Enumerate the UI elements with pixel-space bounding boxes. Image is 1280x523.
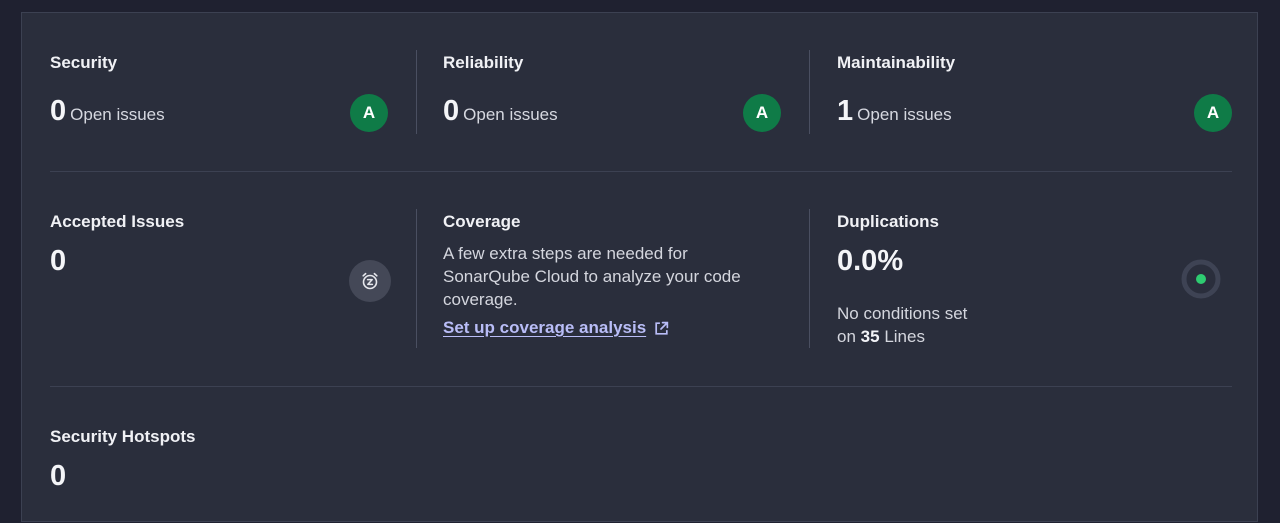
reliability-grade-badge[interactable]: A xyxy=(743,94,781,132)
security-hotspots-count[interactable]: 0 xyxy=(50,460,66,493)
coverage-title: Coverage xyxy=(443,212,521,231)
duplications-card[interactable]: Duplications 0.0% No conditions set on 3… xyxy=(837,172,1232,386)
duplications-title: Duplications xyxy=(837,212,940,231)
maintainability-grade-badge[interactable]: A xyxy=(1194,94,1232,132)
security-title: Security xyxy=(50,53,118,72)
duplications-conditions-line1: No conditions set xyxy=(837,304,968,323)
reliability-title: Reliability xyxy=(443,53,524,72)
security-count-value[interactable]: 0 xyxy=(50,95,66,127)
setup-coverage-link-label[interactable]: Set up coverage analysis xyxy=(443,318,646,338)
security-count-label: Open issues xyxy=(70,105,165,124)
security-grade-badge[interactable]: A xyxy=(350,94,388,132)
reliability-count[interactable]: 0 Open issues xyxy=(443,95,558,128)
maintainability-title: Maintainability xyxy=(837,53,956,72)
security-hotspots-card[interactable]: Security Hotspots 0 xyxy=(50,387,416,523)
metrics-row: Accepted Issues 0 Coverage A few extra s… xyxy=(50,172,1232,386)
duplications-lines-suffix: Lines xyxy=(884,327,925,346)
maintainability-count-value[interactable]: 1 xyxy=(837,95,853,127)
issues-row: Security 0 Open issues A Reliability 0 Ope… xyxy=(50,13,1232,171)
maintainability-count-label: Open issues xyxy=(857,105,952,124)
divider xyxy=(416,50,417,134)
coverage-card: Coverage A few extra steps are needed fo… xyxy=(443,172,809,386)
divider xyxy=(809,209,810,348)
maintainability-count[interactable]: 1 Open issues xyxy=(837,95,952,128)
security-count[interactable]: 0 Open issues xyxy=(50,95,165,128)
security-hotspots-title: Security Hotspots xyxy=(50,427,196,446)
external-link-icon[interactable] xyxy=(653,320,670,337)
duplications-value[interactable]: 0.0% xyxy=(837,245,903,278)
snooze-clock-glyph xyxy=(362,272,378,290)
divider xyxy=(416,209,417,348)
coverage-description: A few extra steps are needed for SonarQu… xyxy=(443,244,741,309)
setup-coverage-link[interactable]: Set up coverage analysis xyxy=(443,318,670,338)
quality-overview-panel: Security 0 Open issues A Reliability 0 Ope… xyxy=(21,12,1258,522)
accepted-issues-title: Accepted Issues xyxy=(50,212,185,231)
duplications-conditions: No conditions set on 35 Lines xyxy=(837,302,967,348)
duplications-lines-prefix: on xyxy=(837,327,856,346)
duplications-lines-count: 35 xyxy=(860,327,880,346)
reliability-count-value[interactable]: 0 xyxy=(443,95,459,127)
divider xyxy=(809,50,810,134)
security-card[interactable]: Security 0 Open issues A xyxy=(50,13,416,171)
accepted-issues-count[interactable]: 0 xyxy=(50,245,66,278)
duplications-conditions-line2: on 35 Lines xyxy=(837,325,967,348)
accepted-issues-card[interactable]: Accepted Issues 0 xyxy=(50,172,416,386)
snooze-clock-icon xyxy=(349,260,391,302)
hotspots-row: Security Hotspots 0 xyxy=(50,387,1232,523)
reliability-count-label: Open issues xyxy=(463,105,558,124)
reliability-card[interactable]: Reliability 0 Open issues A xyxy=(443,13,809,171)
maintainability-card[interactable]: Maintainability 1 Open issues A xyxy=(837,13,1232,171)
duplications-indicator-icon xyxy=(1181,259,1221,299)
